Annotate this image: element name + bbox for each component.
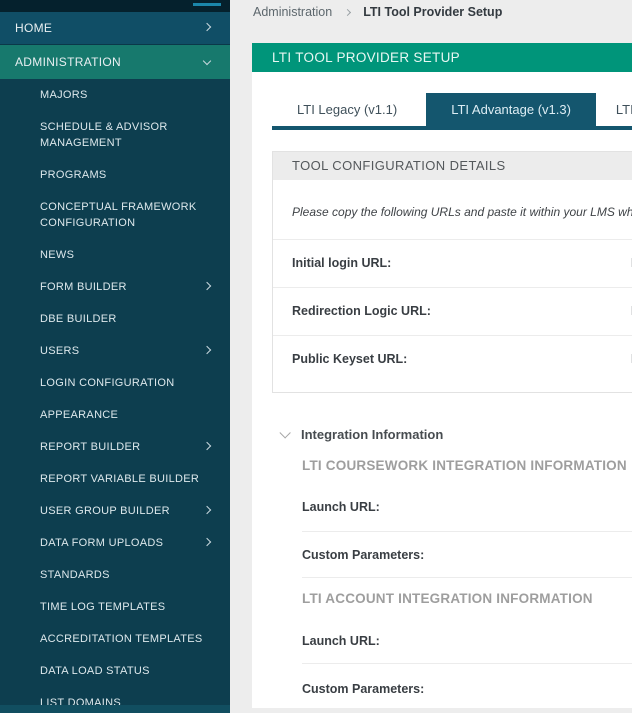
- chevron-down-icon: [202, 56, 212, 66]
- field-label-launch-url: Launch URL:: [302, 500, 380, 514]
- sidebar-item-label: MAJORS: [40, 89, 88, 101]
- field-label: Initial login URL:: [292, 256, 392, 270]
- sidebar-next-item-partial: [0, 705, 230, 713]
- sidebar-item-report-variable-builder[interactable]: REPORT VARIABLE BUILDER: [0, 463, 230, 495]
- sidebar-item-accreditation-templates[interactable]: ACCREDITATION TEMPLATES: [0, 623, 230, 655]
- sidebar-nav: HOME ADMINISTRATION MAJORS SCHEDULE & AD…: [0, 12, 230, 713]
- sidebar-item-majors[interactable]: MAJORS: [0, 79, 230, 111]
- sidebar-item-label: ADMINISTRATION: [15, 55, 121, 69]
- sidebar-item-label: DATA LOAD STATUS: [40, 665, 150, 677]
- hamburger-bar: [193, 3, 221, 6]
- config-note: Please copy the following URLs and paste…: [273, 180, 632, 240]
- tool-configuration-heading: TOOL CONFIGURATION DETAILS: [273, 152, 632, 180]
- field-label-launch-url: Launch URL:: [302, 634, 380, 648]
- sidebar-item-form-builder[interactable]: FORM BUILDER: [0, 271, 230, 303]
- sidebar-topbar: [0, 0, 230, 12]
- hamburger-menu-icon[interactable]: [193, 0, 221, 12]
- tool-configuration-section: TOOL CONFIGURATION DETAILS Please copy t…: [272, 151, 632, 393]
- tab-lti-legacy[interactable]: LTI Legacy (v1.1): [272, 93, 422, 126]
- sidebar-item-login-configuration[interactable]: LOGIN CONFIGURATION: [0, 367, 230, 399]
- sidebar-item-standards[interactable]: STANDARDS: [0, 559, 230, 591]
- sidebar-item-label: DATA FORM UPLOADS: [40, 537, 164, 549]
- sidebar-item-user-group-builder[interactable]: USER GROUP BUILDER: [0, 495, 230, 527]
- coursework-integration-heading: LTI COURSEWORK INTEGRATION INFORMATION: [302, 458, 627, 473]
- chevron-right-icon: [202, 281, 212, 291]
- config-row-redirection-logic-url: Redirection Logic URL: h: [273, 288, 632, 336]
- integration-body: LTI COURSEWORK INTEGRATION INFORMATION L…: [302, 458, 632, 696]
- chevron-right-icon: [202, 537, 212, 547]
- breadcrumb-separator-icon: [344, 8, 352, 16]
- chevron-right-icon: [202, 345, 212, 355]
- account-integration-heading: LTI ACCOUNT INTEGRATION INFORMATION: [302, 591, 593, 606]
- sidebar-item-data-load-status[interactable]: DATA LOAD STATUS: [0, 655, 230, 687]
- sidebar-item-label: PROGRAMS: [40, 169, 107, 181]
- integration-information: Integration Information LTI COURSEWORK I…: [272, 426, 632, 696]
- config-row-initial-login-url: Initial login URL: h: [273, 240, 632, 288]
- divider: [302, 577, 632, 578]
- sidebar-subnav: MAJORS SCHEDULE & ADVISOR MANAGEMENT PRO…: [0, 79, 230, 713]
- chevron-right-icon: [202, 505, 212, 515]
- sidebar-item-label: USERS: [40, 345, 80, 357]
- sidebar-item-label: NEWS: [40, 249, 75, 261]
- sidebar-item-users[interactable]: USERS: [0, 335, 230, 367]
- sidebar-item-label: DBE BUILDER: [40, 313, 117, 325]
- breadcrumb: Administration LTI Tool Provider Setup: [230, 0, 632, 43]
- sidebar-item-label: REPORT VARIABLE BUILDER: [40, 473, 200, 485]
- sidebar-item-label: CONCEPTUAL FRAMEWORK CONFIGURATION: [40, 201, 197, 229]
- field-label: Redirection Logic URL:: [292, 304, 431, 318]
- sidebar-item-label: APPEARANCE: [40, 409, 119, 421]
- sidebar-item-administration[interactable]: ADMINISTRATION: [0, 45, 230, 79]
- chevron-right-icon: [202, 22, 212, 32]
- sidebar-item-appearance[interactable]: APPEARANCE: [0, 399, 230, 431]
- chevron-right-icon: [202, 441, 212, 451]
- main-content: Administration LTI Tool Provider Setup L…: [230, 0, 632, 713]
- sidebar-item-home[interactable]: HOME: [0, 12, 230, 45]
- sidebar-item-label: ACCREDITATION TEMPLATES: [40, 633, 203, 645]
- sidebar-item-label: USER GROUP BUILDER: [40, 505, 170, 517]
- integration-toggle-label: Integration Information: [301, 427, 444, 442]
- sidebar-item-time-log-templates[interactable]: TIME LOG TEMPLATES: [0, 591, 230, 623]
- sidebar-item-programs[interactable]: PROGRAMS: [0, 159, 230, 191]
- divider: [302, 531, 632, 532]
- tab-lti-clipped[interactable]: LTI L: [600, 93, 632, 126]
- sidebar-item-news[interactable]: NEWS: [0, 239, 230, 271]
- page-title: LTI TOOL PROVIDER SETUP: [272, 50, 460, 65]
- sidebar-item-label: HOME: [15, 21, 53, 35]
- field-label: Public Keyset URL:: [292, 352, 408, 366]
- tab-underline: [272, 126, 632, 130]
- breadcrumb-current: LTI Tool Provider Setup: [363, 5, 503, 19]
- sidebar-item-label: SCHEDULE & ADVISOR MANAGEMENT: [40, 121, 168, 149]
- sidebar-item-conceptual-framework-configuration[interactable]: CONCEPTUAL FRAMEWORK CONFIGURATION: [0, 191, 230, 239]
- sidebar-item-label: TIME LOG TEMPLATES: [40, 601, 166, 613]
- sidebar-item-label: STANDARDS: [40, 569, 110, 581]
- field-label-custom-parameters: Custom Parameters:: [302, 548, 425, 562]
- sidebar-item-schedule-advisor-management[interactable]: SCHEDULE & ADVISOR MANAGEMENT: [0, 111, 230, 159]
- content-card: LTI Legacy (v1.1) LTI Advantage (v1.3) L…: [252, 72, 632, 708]
- sidebar-item-dbe-builder[interactable]: DBE BUILDER: [0, 303, 230, 335]
- tab-bar: LTI Legacy (v1.1) LTI Advantage (v1.3) L…: [272, 93, 632, 126]
- field-label-custom-parameters: Custom Parameters:: [302, 682, 425, 696]
- tab-lti-advantage[interactable]: LTI Advantage (v1.3): [426, 93, 596, 126]
- sidebar-item-report-builder[interactable]: REPORT BUILDER: [0, 431, 230, 463]
- sidebar-item-data-form-uploads[interactable]: DATA FORM UPLOADS: [0, 527, 230, 559]
- sidebar-item-label: REPORT BUILDER: [40, 441, 141, 453]
- integration-information-toggle[interactable]: Integration Information: [279, 426, 632, 442]
- divider: [302, 663, 632, 664]
- sidebar-item-label: LOGIN CONFIGURATION: [40, 377, 175, 389]
- sidebar-item-label: FORM BUILDER: [40, 281, 127, 293]
- page-title-banner: LTI TOOL PROVIDER SETUP: [252, 43, 632, 72]
- breadcrumb-administration-link[interactable]: Administration: [253, 5, 332, 19]
- sidebar: HOME ADMINISTRATION MAJORS SCHEDULE & AD…: [0, 0, 230, 713]
- config-row-public-keyset-url: Public Keyset URL: h: [273, 336, 632, 392]
- chevron-down-icon: [279, 426, 291, 439]
